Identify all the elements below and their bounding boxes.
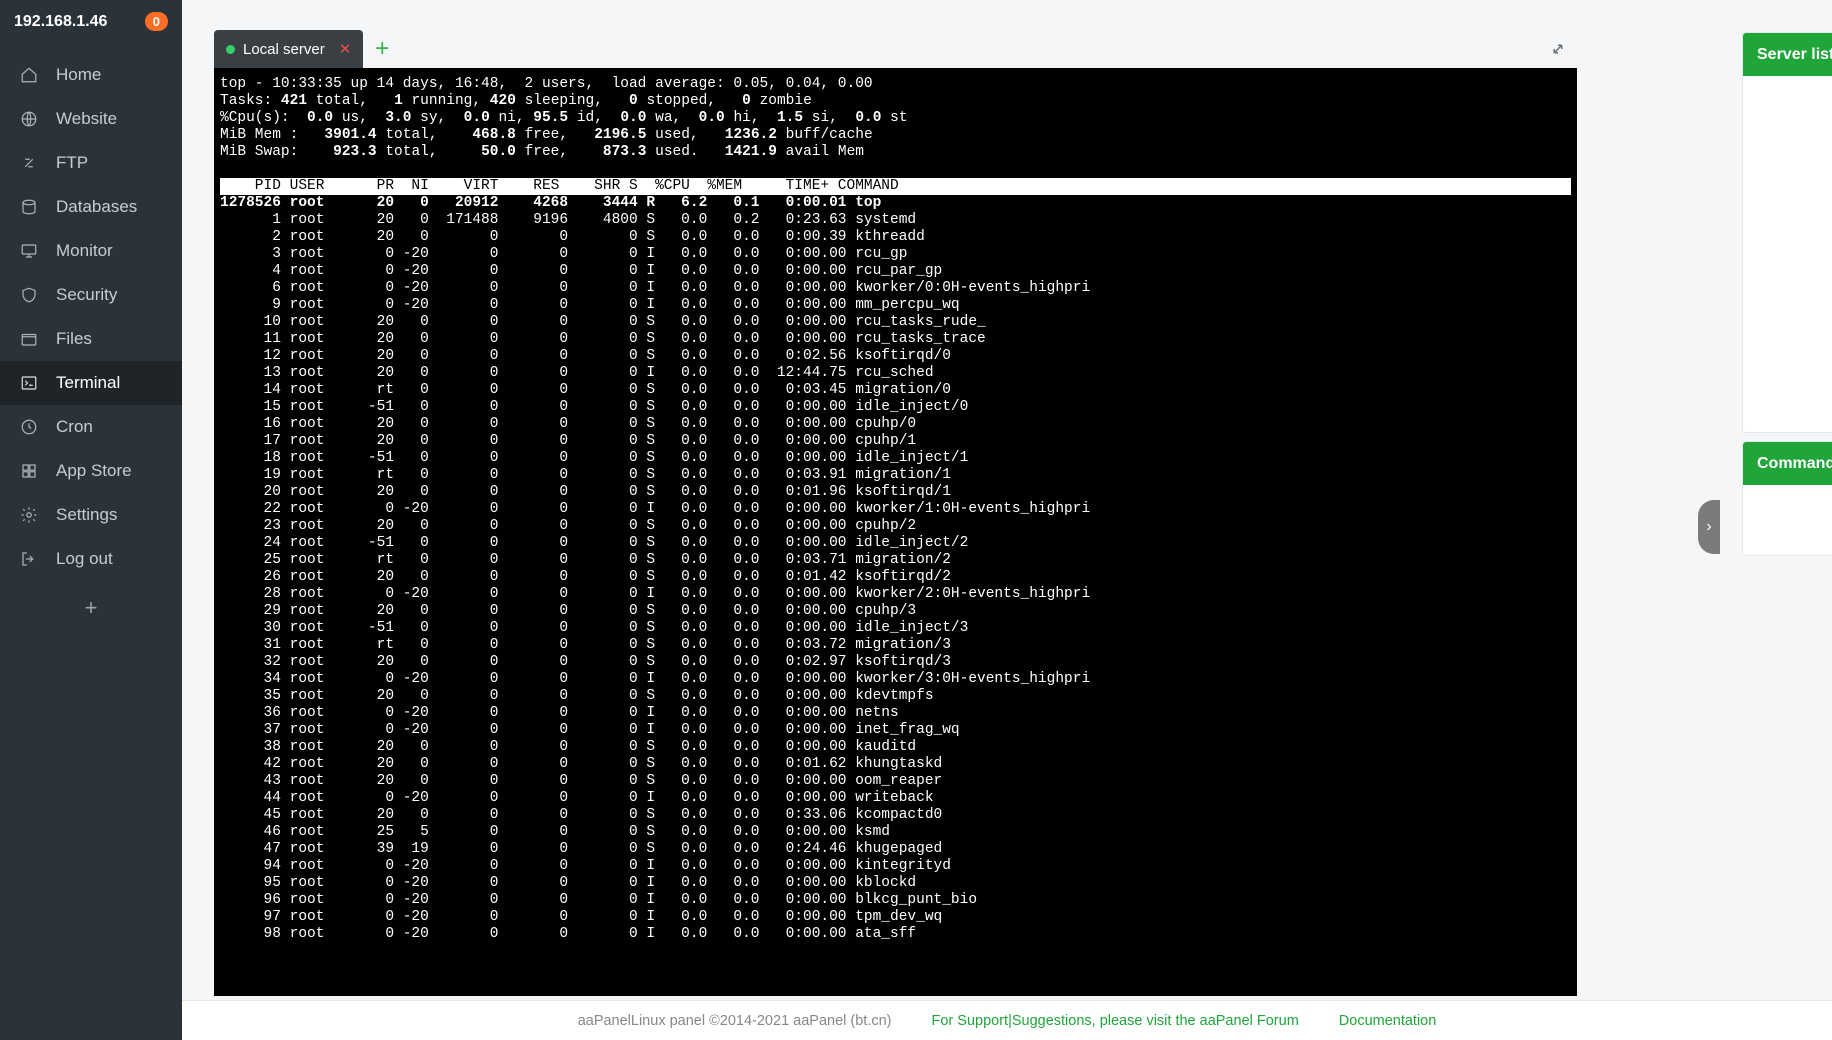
right-panel: Server list + Commands (Click to copy) +: [1742, 32, 1832, 564]
expand-icon: [1549, 40, 1567, 58]
settings-icon: [20, 506, 42, 524]
main: Local server ✕ + top - 10:33:35 up 14 da…: [182, 0, 1832, 1040]
sidebar-item-label: Settings: [56, 505, 117, 525]
sidebar-item-label: Home: [56, 65, 101, 85]
sidebar-item-ftp[interactable]: FTP: [0, 141, 182, 185]
sidebar-item-label: Security: [56, 285, 117, 305]
footer-docs-link[interactable]: Documentation: [1339, 1013, 1437, 1029]
sidebar-item-label: Cron: [56, 417, 93, 437]
status-dot-icon: [226, 45, 235, 54]
website-icon: [20, 110, 42, 128]
monitor-icon: [20, 242, 42, 260]
commands-body: [1743, 485, 1832, 555]
sidebar-item-label: Website: [56, 109, 117, 129]
commands-block: Commands (Click to copy) +: [1742, 441, 1832, 556]
terminal-panel: Local server ✕ + top - 10:33:35 up 14 da…: [214, 30, 1577, 995]
home-icon: [20, 66, 42, 84]
terminal-icon: [20, 374, 42, 392]
sidebar-item-website[interactable]: Website: [0, 97, 182, 141]
footer-support-link[interactable]: For Support|Suggestions, please visit th…: [932, 1013, 1299, 1029]
tab-label: Local server: [243, 41, 325, 58]
terminal-tabbar: Local server ✕ +: [214, 30, 1577, 68]
footer: aaPanelLinux panel ©2014-2021 aaPanel (b…: [182, 1000, 1832, 1040]
ftp-icon: [20, 154, 42, 172]
sidebar-item-home[interactable]: Home: [0, 53, 182, 97]
sidebar-item-monitor[interactable]: Monitor: [0, 229, 182, 273]
sidebar-item-label: Terminal: [56, 373, 120, 393]
sidebar-item-cron[interactable]: Cron: [0, 405, 182, 449]
server-ip: 192.168.1.46: [14, 13, 145, 31]
sidebar-item-label: FTP: [56, 153, 88, 173]
server-list-body: [1743, 76, 1832, 432]
server-list-header[interactable]: Server list +: [1743, 33, 1832, 76]
sidebar-item-label: Monitor: [56, 241, 113, 261]
right-panel-toggle[interactable]: ›: [1698, 500, 1720, 554]
sidebar-item-app-store[interactable]: App Store: [0, 449, 182, 493]
sidebar-item-files[interactable]: Files: [0, 317, 182, 361]
log-out-icon: [20, 550, 42, 568]
sidebar-item-security[interactable]: Security: [0, 273, 182, 317]
sidebar-item-log-out[interactable]: Log out: [0, 537, 182, 581]
notification-badge[interactable]: 0: [145, 12, 168, 31]
sidebar-header: 192.168.1.46 0: [0, 0, 182, 43]
sidebar-item-label: Files: [56, 329, 92, 349]
sidebar-item-settings[interactable]: Settings: [0, 493, 182, 537]
commands-header[interactable]: Commands (Click to copy) +: [1743, 442, 1832, 485]
footer-copyright: aaPanelLinux panel ©2014-2021 aaPanel (b…: [578, 1013, 892, 1029]
databases-icon: [20, 198, 42, 216]
sidebar-item-label: Databases: [56, 197, 137, 217]
sidebar-item-databases[interactable]: Databases: [0, 185, 182, 229]
commands-title: Commands: [1757, 455, 1832, 473]
tab-add-button[interactable]: +: [363, 30, 401, 68]
cron-icon: [20, 418, 42, 436]
sidebar-add-button[interactable]: +: [0, 581, 182, 635]
security-icon: [20, 286, 42, 304]
terminal-tab-local[interactable]: Local server ✕: [214, 30, 363, 68]
sidebar-item-label: App Store: [56, 461, 132, 481]
sidebar-item-label: Log out: [56, 549, 113, 569]
app-store-icon: [20, 462, 42, 480]
tab-close-icon[interactable]: ✕: [339, 40, 352, 58]
server-list-title: Server list: [1757, 46, 1832, 64]
terminal-output[interactable]: top - 10:33:35 up 14 days, 16:48, 2 user…: [214, 68, 1577, 996]
sidebar: 192.168.1.46 0 Home Website FTP Databases Mo…: [0, 0, 182, 1040]
files-icon: [20, 330, 42, 348]
server-list-block: Server list +: [1742, 32, 1832, 433]
fullscreen-button[interactable]: [1539, 30, 1577, 68]
sidebar-item-terminal[interactable]: Terminal: [0, 361, 182, 405]
